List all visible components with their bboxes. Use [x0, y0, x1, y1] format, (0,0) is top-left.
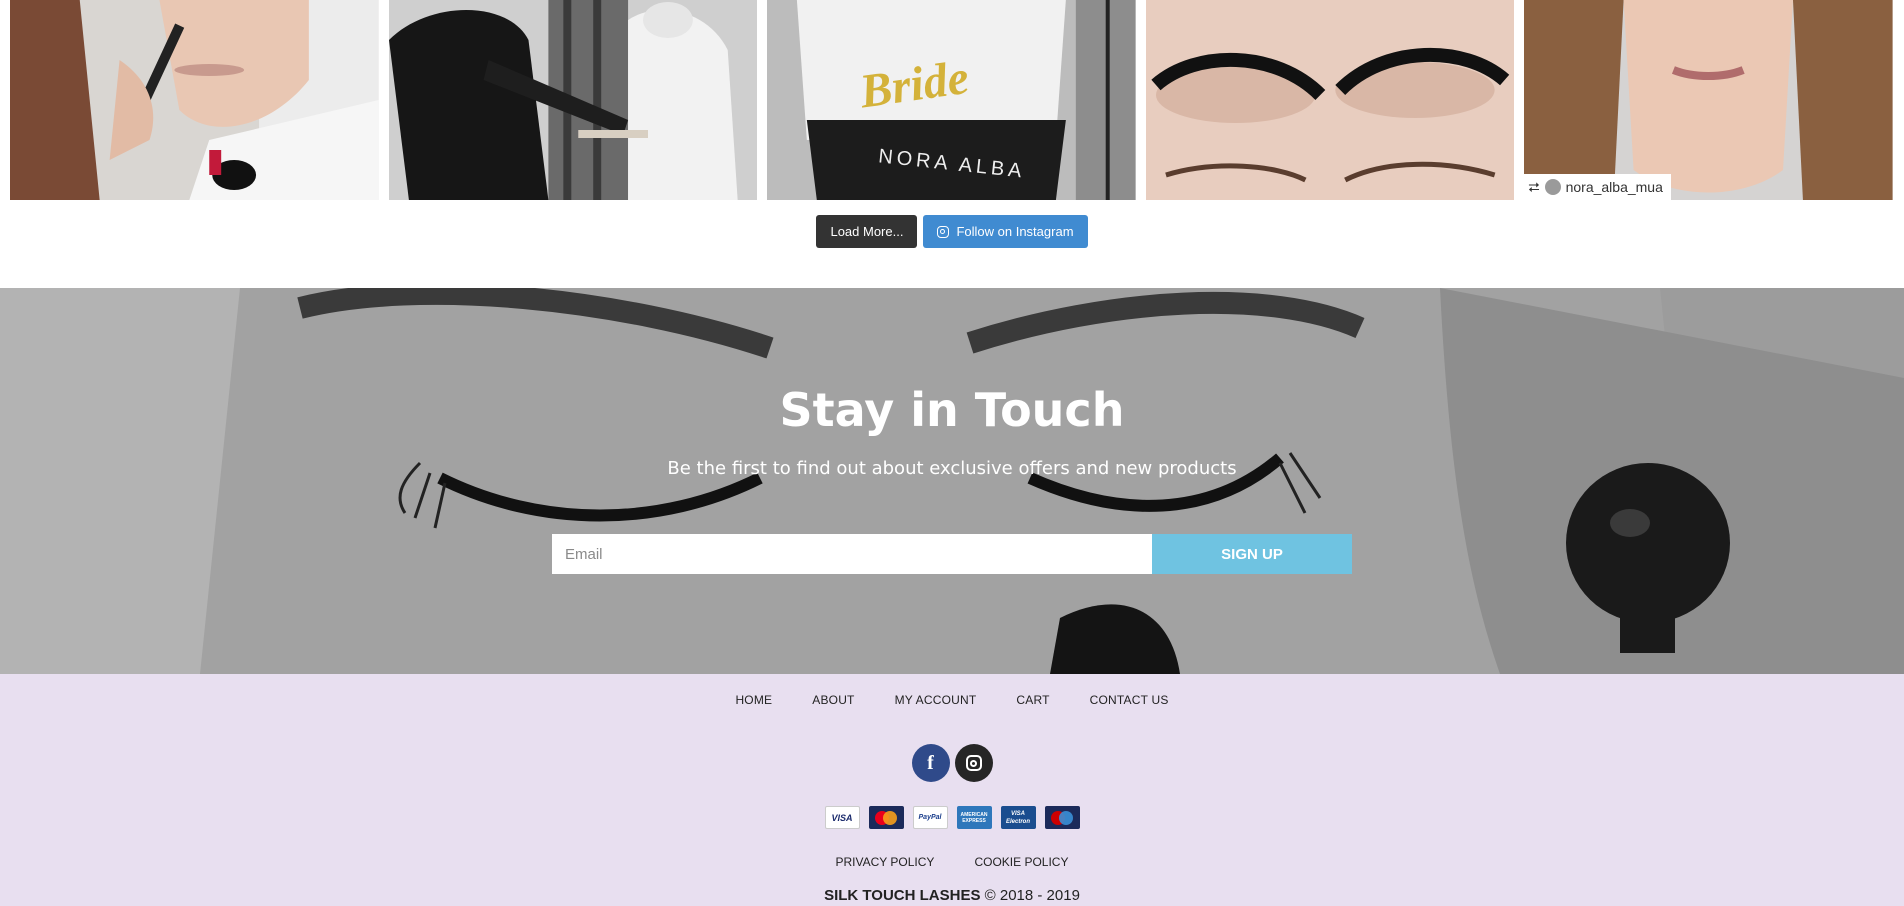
payment-methods: VISA PayPal AMERICAN EXPRESS VISA Electr… [0, 806, 1904, 829]
cookie-policy-link[interactable]: COOKIE POLICY [974, 855, 1068, 869]
avatar [1544, 179, 1561, 195]
footer-link-contact-us[interactable]: CONTACT US [1090, 693, 1169, 707]
footer-link-cart[interactable]: CART [1016, 693, 1049, 707]
newsletter-section: Stay in Touch Be the first to find out a… [0, 288, 1904, 674]
repost-badge[interactable]: ⮂ nora_alba_mua [1524, 174, 1671, 200]
paypal-icon: PayPal [912, 806, 948, 829]
repost-username: nora_alba_mua [1565, 179, 1663, 195]
load-more-button[interactable]: Load More... [816, 215, 918, 248]
follow-instagram-button[interactable]: Follow on Instagram [923, 215, 1088, 248]
facebook-icon[interactable]: f [911, 744, 950, 782]
instagram-post-2[interactable] [388, 0, 758, 200]
visa-card-icon: VISA [824, 806, 860, 829]
newsletter-title: Stay in Touch [779, 383, 1125, 437]
footer-link-my-account[interactable]: MY ACCOUNT [895, 693, 977, 707]
newsletter-form: SIGN UP [552, 534, 1352, 574]
instagram-link[interactable] [954, 744, 993, 782]
instagram-feed: Bride NORA ALBA ⮂ nora_alba_mua [10, 0, 1893, 200]
newsletter-background-image [0, 288, 1904, 674]
repost-icon: ⮂ [1528, 178, 1540, 195]
makeup-artist-image [388, 0, 758, 200]
instagram-icon [937, 225, 950, 238]
instagram-post-5[interactable]: ⮂ nora_alba_mua [1524, 0, 1893, 200]
follow-instagram-label: Follow on Instagram [956, 224, 1074, 239]
footer-nav: HOME ABOUT MY ACCOUNT CART CONTACT US [0, 693, 1904, 707]
legal-links: PRIVACY POLICY COOKIE POLICY [0, 855, 1904, 869]
makeup-application-image [10, 0, 379, 200]
instagram-post-3[interactable]: Bride NORA ALBA [767, 0, 1136, 200]
email-input[interactable] [552, 534, 1152, 574]
brand-name: SILK TOUCH LASHES [824, 887, 981, 904]
copyright-years: © 2018 - 2019 [984, 887, 1080, 904]
instagram-icon [965, 755, 982, 771]
signup-button[interactable]: SIGN UP [1152, 534, 1352, 574]
amex-card-icon: AMERICAN EXPRESS [956, 806, 992, 829]
maestro-card-icon [1044, 806, 1080, 829]
footer: HOME ABOUT MY ACCOUNT CART CONTACT US f … [0, 674, 1904, 906]
bride-chair-image: Bride NORA ALBA [767, 0, 1136, 200]
social-links: f [0, 744, 1904, 782]
newsletter-subtitle: Be the first to find out about exclusive… [667, 458, 1237, 479]
portrait-image [1524, 0, 1893, 200]
copyright: SILK TOUCH LASHES © 2018 - 2019 [0, 887, 1904, 904]
eyelash-image [1145, 0, 1515, 200]
footer-link-about[interactable]: ABOUT [812, 693, 854, 707]
visa-electron-icon: VISA Electron [1000, 806, 1036, 829]
footer-link-home[interactable]: HOME [735, 693, 772, 707]
instagram-post-1[interactable] [10, 0, 379, 200]
instagram-actions: Load More... Follow on Instagram [0, 215, 1904, 248]
instagram-post-4[interactable] [1145, 0, 1515, 200]
privacy-policy-link[interactable]: PRIVACY POLICY [836, 855, 935, 869]
mastercard-icon [868, 806, 904, 829]
